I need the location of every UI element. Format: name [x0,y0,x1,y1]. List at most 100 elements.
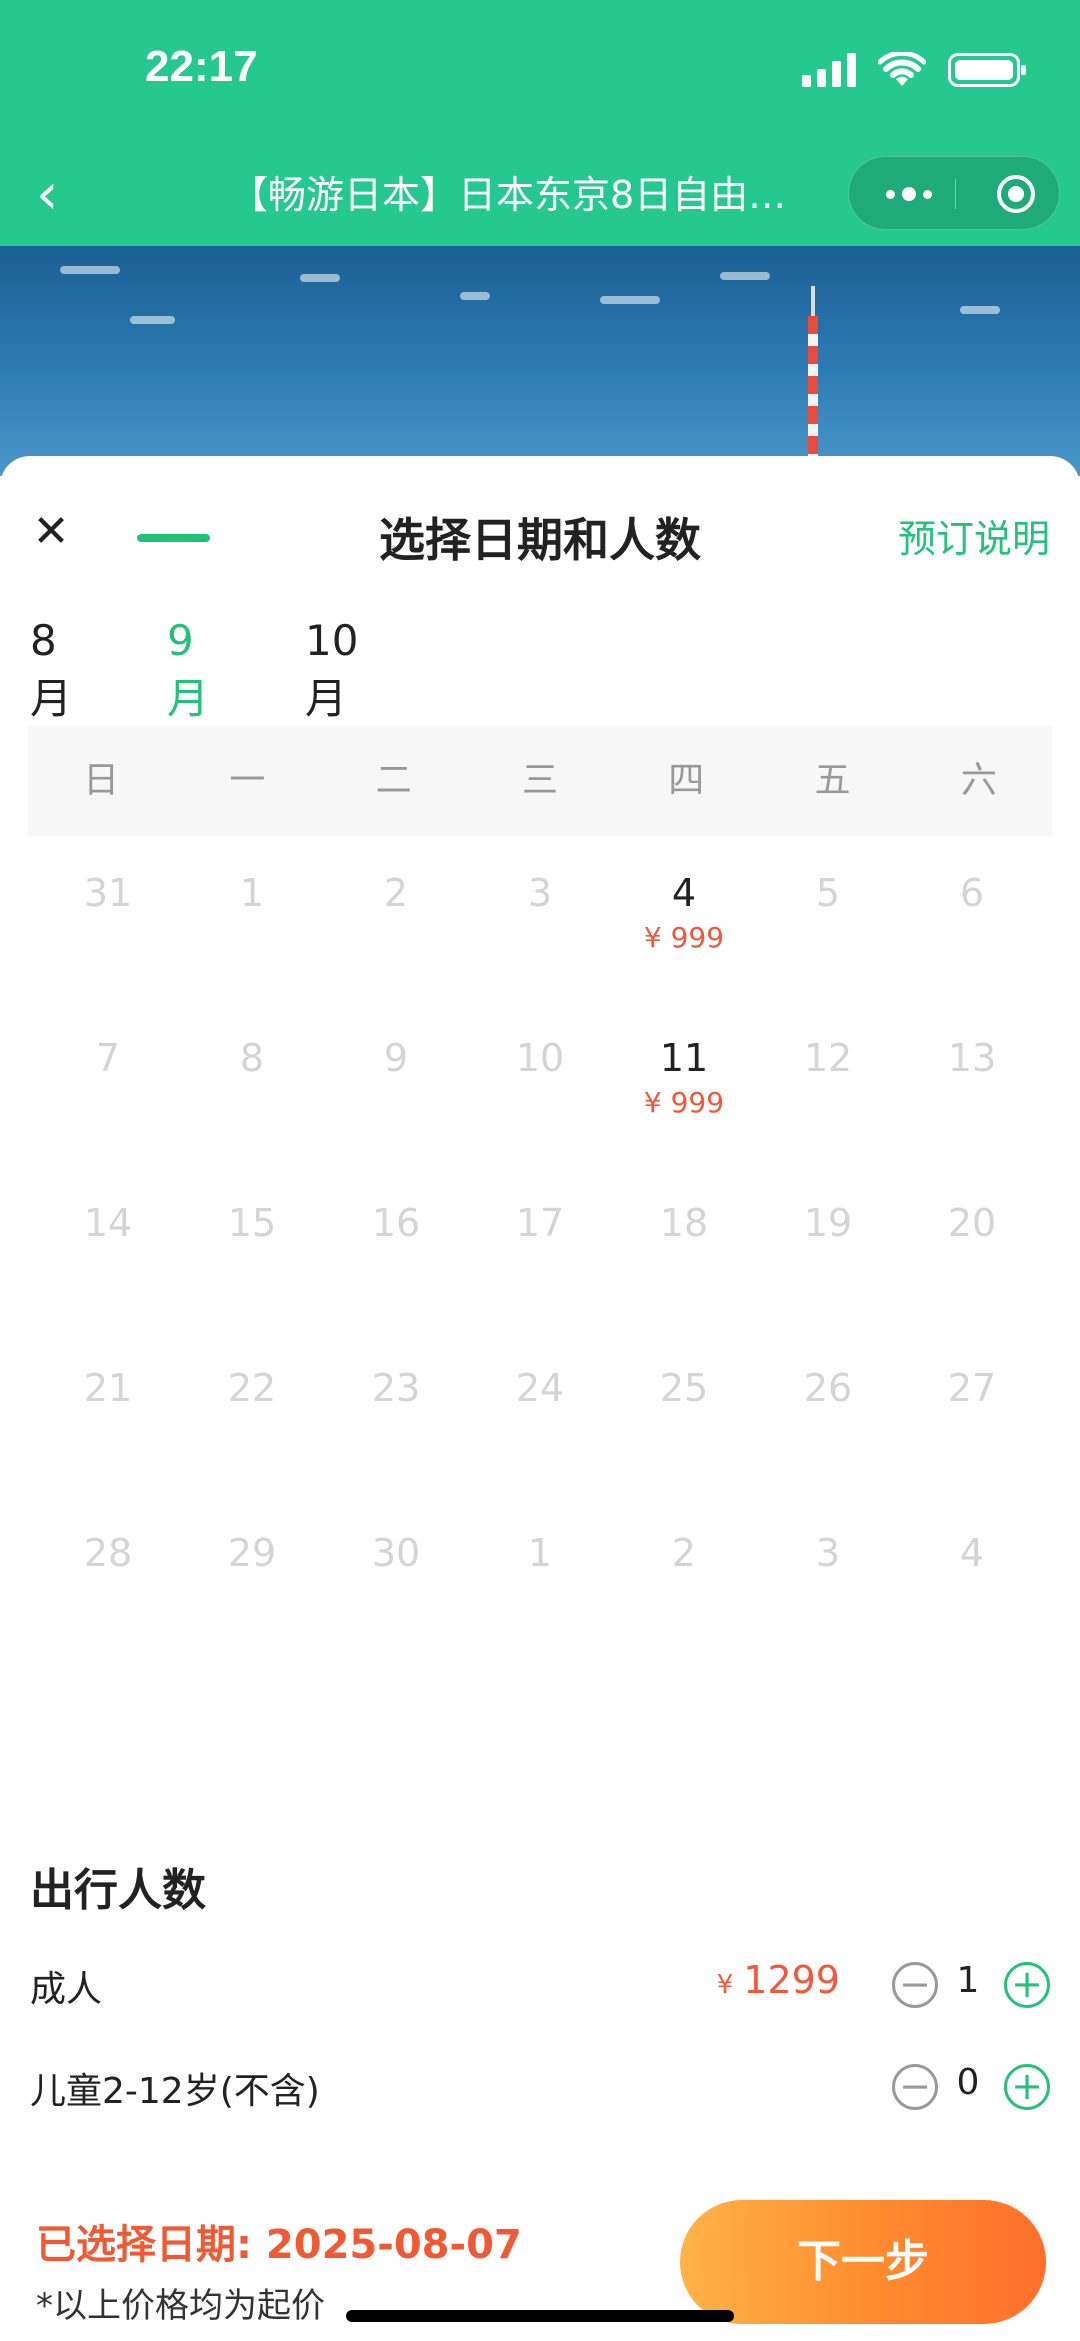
calendar-day-disabled: 2 [612,1528,756,1693]
day-number: 1 [239,871,265,915]
calendar-day-disabled: 22 [180,1363,324,1528]
mini-program-capsule [848,156,1060,230]
day-price: ¥ 999 [643,921,725,954]
day-number: 2 [671,1531,697,1575]
calendar-day-disabled: 3 [468,868,612,1033]
hero-image [0,246,1080,476]
day-number: 22 [227,1366,277,1410]
weekday-header: 日 一 二 三 四 五 六 [28,726,1052,836]
day-number: 8 [239,1036,265,1080]
child-plus-button[interactable]: + [1004,2064,1050,2110]
day-number: 20 [947,1201,997,1245]
calendar-week: 14 15 16 17 18 19 20 [36,1198,1044,1363]
adult-plus-button[interactable]: + [1004,1962,1050,2008]
day-number: 30 [371,1531,421,1575]
calendar-day-disabled: 1 [468,1528,612,1693]
day-number: 6 [959,871,985,915]
calendar-week: 7 8 9 10 11 ¥ 999 12 13 [36,1033,1044,1198]
calendar-day-disabled: 19 [756,1198,900,1363]
adult-minus-button[interactable]: − [892,1962,938,2008]
calendar-day-disabled: 18 [612,1198,756,1363]
child-minus-button[interactable]: − [892,2064,938,2110]
adult-price-value: 1299 [743,1958,840,2002]
calendar-week: 31 1 2 3 4 ¥ 999 5 6 [36,868,1044,1033]
battery-icon [948,53,1026,87]
calendar-day-disabled: 7 [36,1033,180,1198]
calendar-day-disabled: 6 [900,868,1044,1033]
weekday-sat: 六 [960,760,997,801]
calendar-day-disabled: 17 [468,1198,612,1363]
day-number: 3 [815,1531,841,1575]
tab-august[interactable]: 8月 [30,616,72,726]
day-number: 17 [515,1201,565,1245]
calendar-day-disabled: 14 [36,1198,180,1363]
day-number: 27 [947,1366,997,1410]
more-dots-icon[interactable] [879,157,939,231]
day-number: 16 [371,1201,421,1245]
booking-note-link[interactable]: 预订说明 [898,508,1050,563]
calendar-day-disabled: 24 [468,1363,612,1528]
signal-icon [802,53,856,87]
page-title: 【畅游日本】日本东京8日自由… [230,173,787,217]
adult-row: 成人 ¥1299 − 1 + [30,1950,1050,2020]
adult-label: 成人 [30,1969,103,2010]
day-number: 10 [515,1036,565,1080]
day-number: 2 [383,871,409,915]
price-note: *以上价格均为起价 [36,2286,325,2326]
day-number: 29 [227,1531,277,1575]
adult-price: ¥1299 [717,1958,840,2002]
day-number: 24 [515,1366,565,1410]
calendar-day-disabled: 28 [36,1528,180,1693]
next-step-button[interactable]: 下一步 [680,2200,1046,2324]
tower-image [808,316,818,476]
calendar-day-disabled: 20 [900,1198,1044,1363]
calendar-day-disabled: 29 [180,1528,324,1693]
travelers-title: 出行人数 [30,1865,206,1916]
day-number: 13 [947,1036,997,1080]
weekday-wed: 三 [521,760,558,801]
calendar-day-disabled: 2 [324,868,468,1033]
date-picker-sheet: ✕ 选择日期和人数 预订说明 8月 9月 10月 日 一 二 三 四 五 六 3… [0,456,1080,2341]
calendar-week: 21 22 23 24 25 26 27 [36,1363,1044,1528]
day-number: 18 [659,1201,709,1245]
calendar-day-disabled: 21 [36,1363,180,1528]
day-number: 28 [83,1531,133,1575]
calendar-day-disabled: 10 [468,1033,612,1198]
child-label: 儿童2-12岁(不含) [30,2071,320,2112]
wifi-icon [878,52,926,86]
calendar-day-available[interactable]: 11 ¥ 999 [612,1033,756,1198]
calendar-day-available[interactable]: 4 ¥ 999 [612,868,756,1033]
currency-symbol: ¥ [716,1970,734,2000]
weekday-fri: 五 [814,760,851,801]
capsule-divider [955,179,956,209]
day-number: 15 [227,1201,277,1245]
calendar-day-disabled: 31 [36,868,180,1033]
tab-october[interactable]: 10月 [305,616,358,726]
calendar-day-disabled: 3 [756,1528,900,1693]
chevron-left-icon[interactable]: ‹ [36,165,76,225]
calendar-day-disabled: 16 [324,1198,468,1363]
weekday-sun: 日 [83,760,120,801]
calendar-week: 28 29 30 1 2 3 4 [36,1528,1044,1693]
active-month-indicator [137,534,210,542]
calendar-day-disabled: 30 [324,1528,468,1693]
calendar-grid: 31 1 2 3 4 ¥ 999 5 6 7 8 9 10 11 ¥ 999 12 13 14 15 16 17 18 1… [36,868,1044,1693]
calendar-day-disabled: 15 [180,1198,324,1363]
weekday-tue: 二 [375,760,412,801]
target-icon[interactable] [997,175,1035,213]
tower-antenna [811,286,815,318]
selected-date: 已选择日期: 2025-08-07 [36,2222,522,2268]
calendar-day-disabled: 12 [756,1033,900,1198]
day-number: 26 [803,1366,853,1410]
day-number: 23 [371,1366,421,1410]
day-number: 4 [671,871,697,915]
calendar-day-disabled: 1 [180,868,324,1033]
day-number: 7 [95,1036,121,1080]
calendar-day-disabled: 27 [900,1363,1044,1528]
calendar-day-disabled: 25 [612,1363,756,1528]
day-number: 21 [83,1366,133,1410]
tab-september[interactable]: 9月 [167,616,209,726]
calendar-day-disabled: 9 [324,1033,468,1198]
weekday-mon: 一 [229,760,266,801]
calendar-day-disabled: 4 [900,1528,1044,1693]
